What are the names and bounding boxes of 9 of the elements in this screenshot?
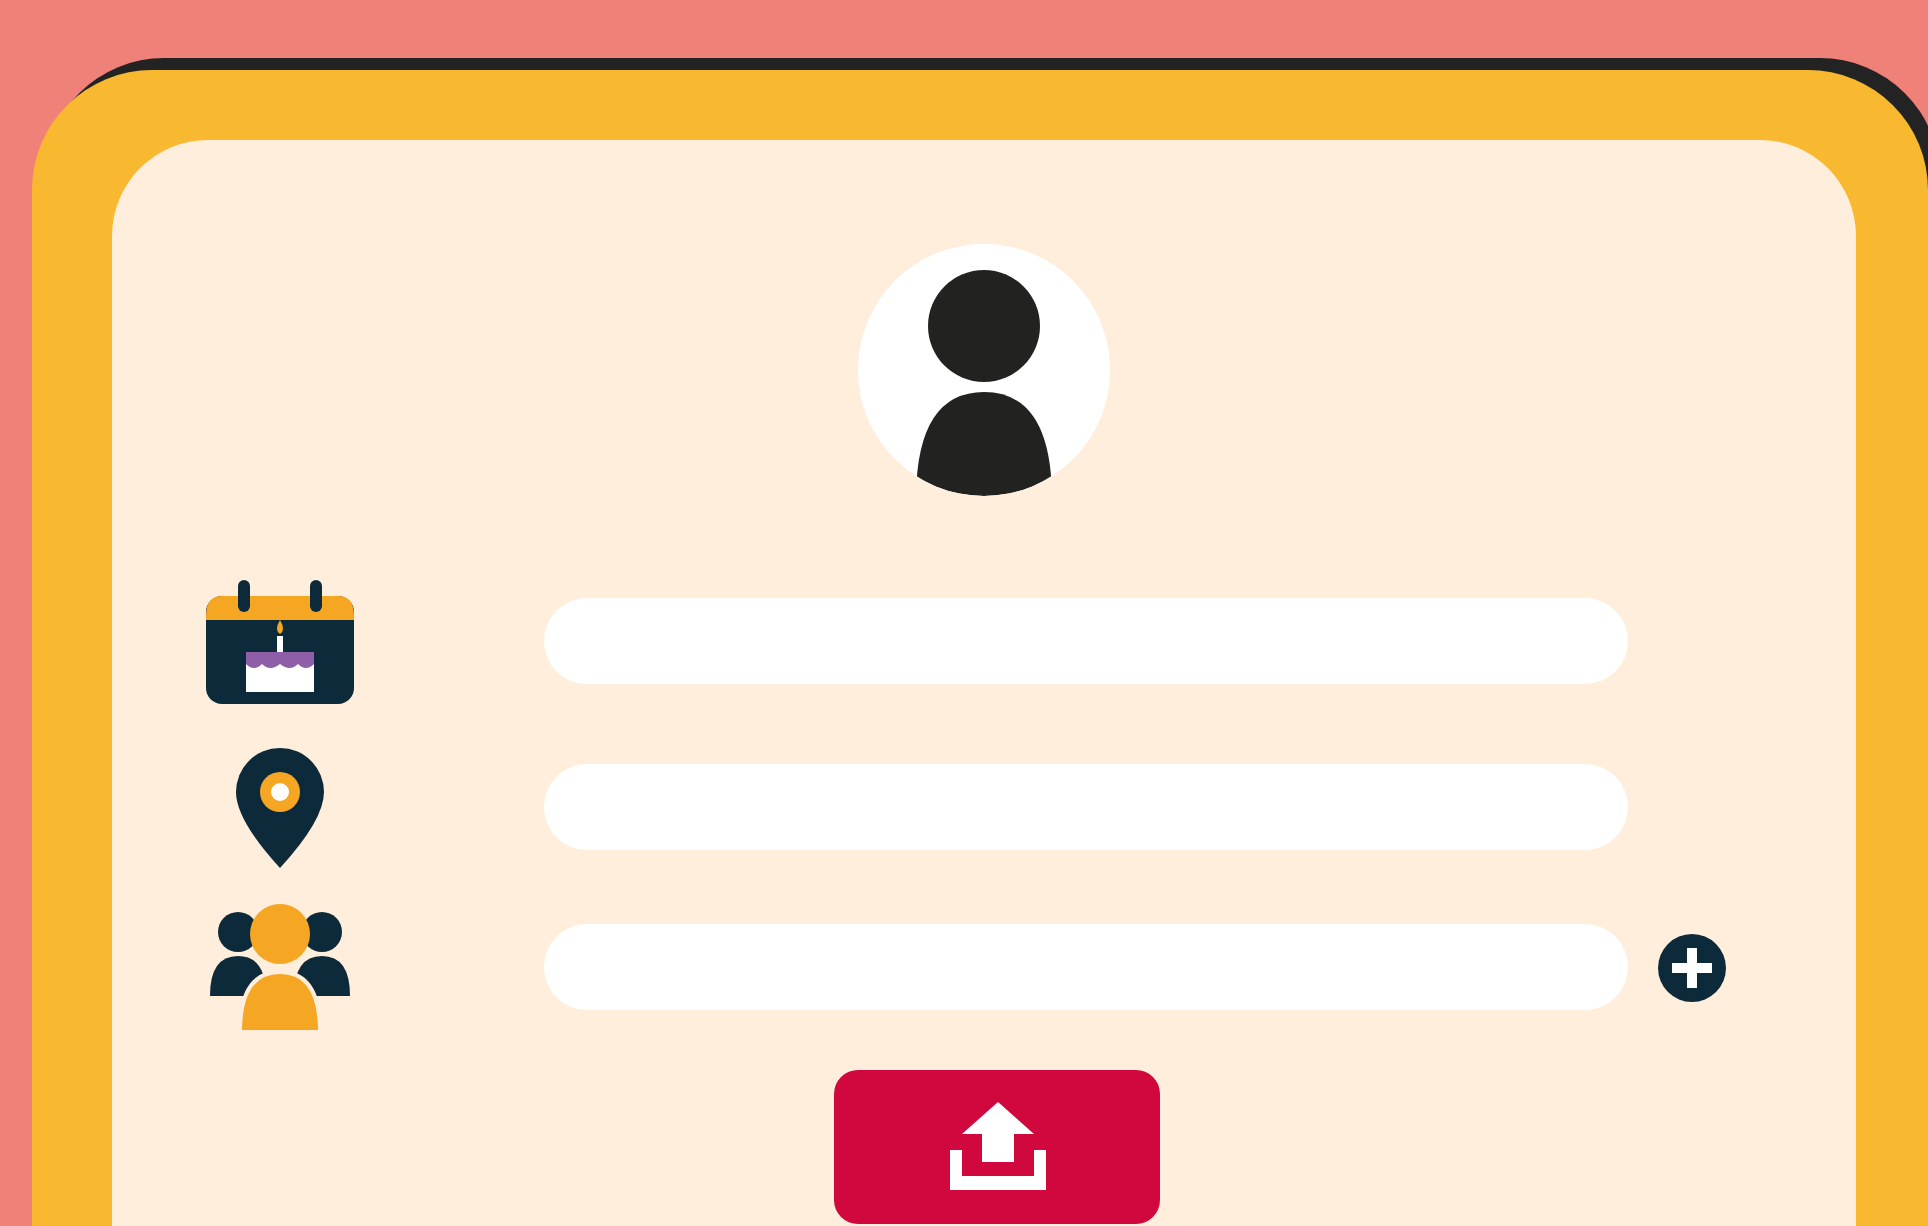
input-field[interactable]	[544, 924, 1628, 1010]
input-field[interactable]	[544, 598, 1628, 684]
add-button[interactable]	[1658, 933, 1726, 1001]
upload-button[interactable]	[834, 1070, 1160, 1224]
input-field[interactable]	[544, 764, 1628, 850]
map-pin-icon	[236, 747, 324, 867]
people-group-icon	[210, 903, 350, 1031]
upload-icon	[949, 1102, 1045, 1190]
birthday-calendar-icon	[206, 579, 354, 703]
